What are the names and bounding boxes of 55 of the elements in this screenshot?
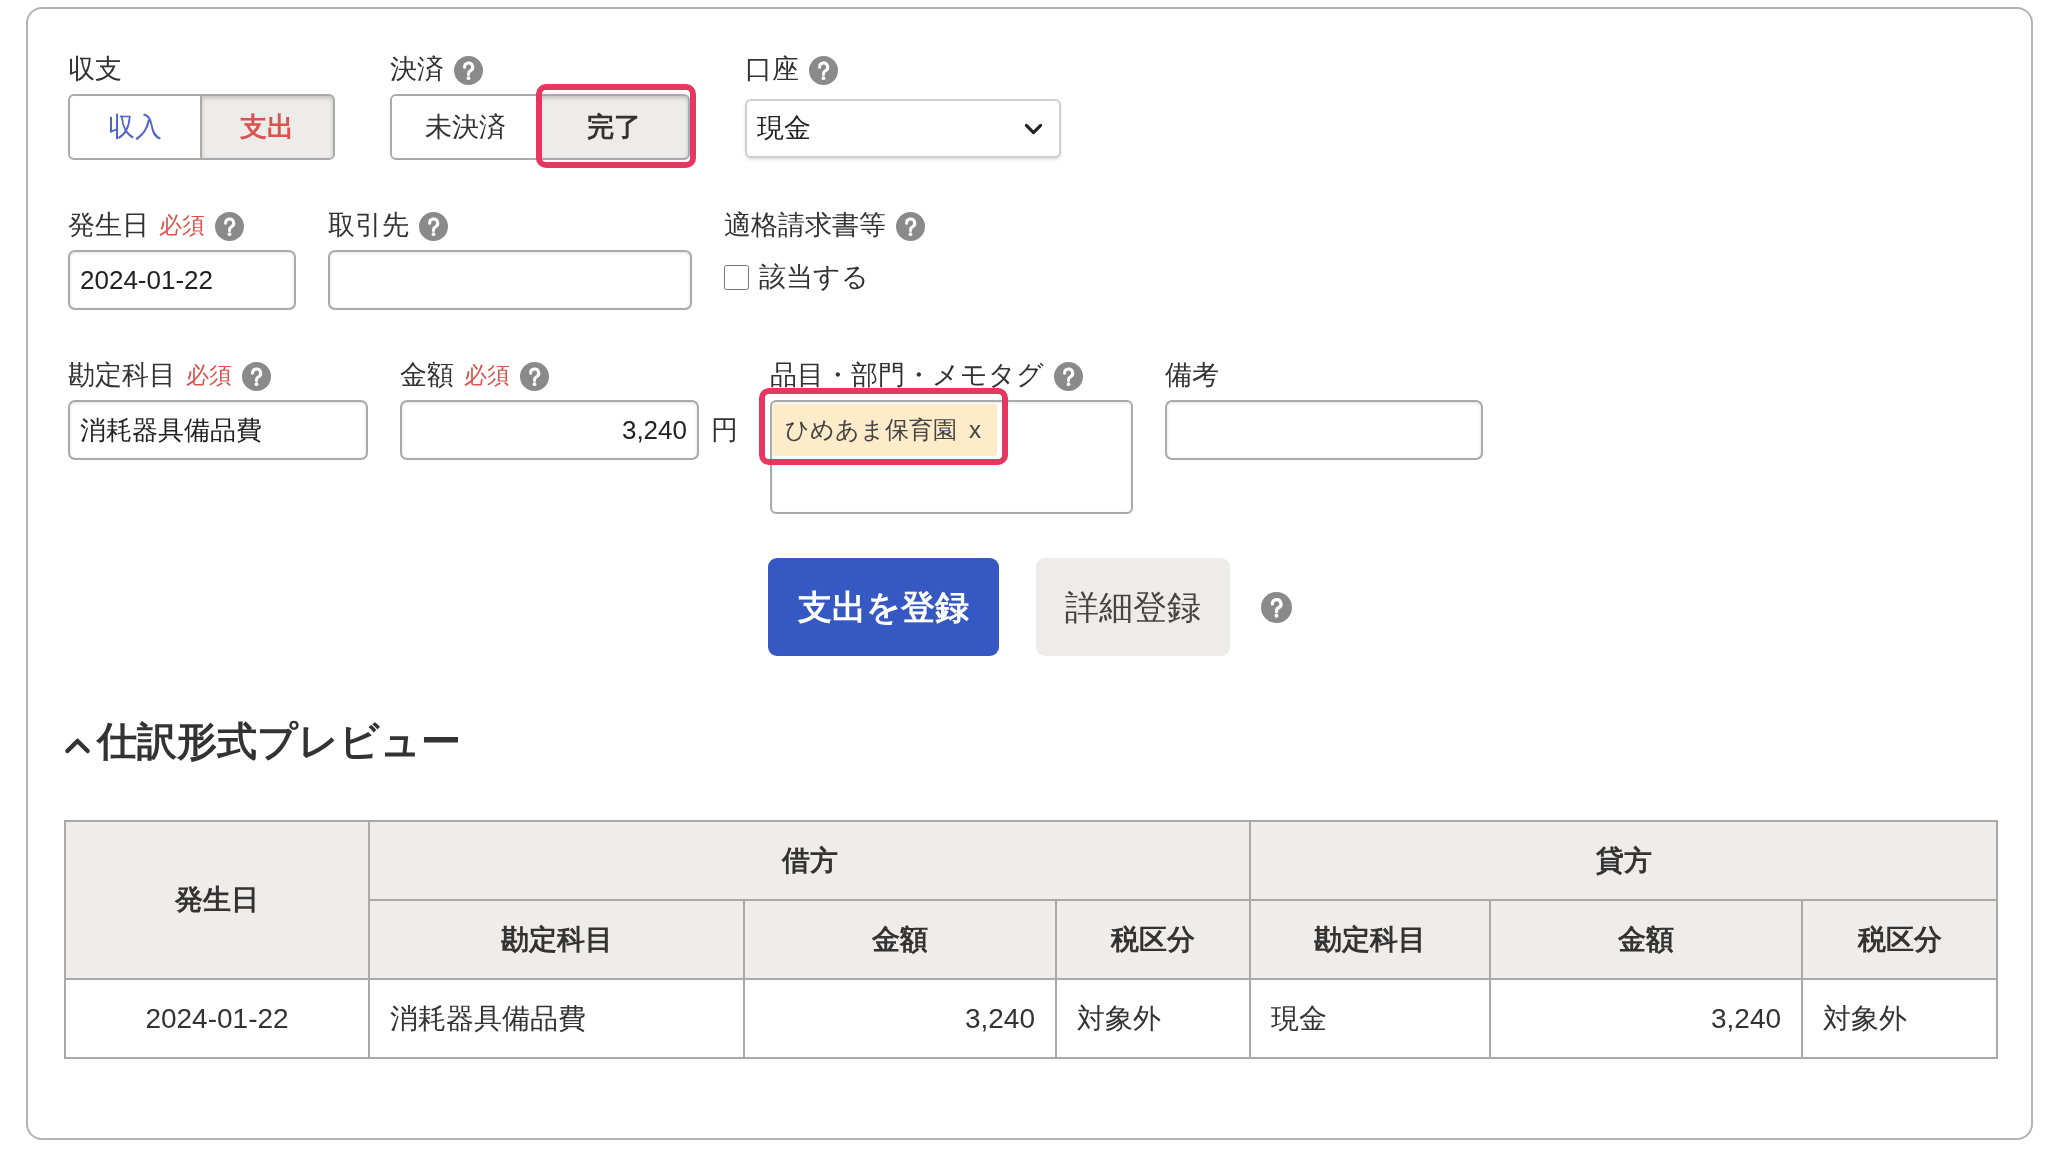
table-cell: 3,240 <box>744 979 1056 1058</box>
table-header: 勘定科目 <box>369 900 744 979</box>
required-mark: 必須 <box>159 211 205 241</box>
field-label: 品目・部門・メモタグ <box>770 359 1044 393</box>
field-label: 発生日 <box>68 209 149 243</box>
field-label: 収支 <box>68 53 122 87</box>
input-field[interactable]: 消耗器具備品費 <box>68 400 368 460</box>
table-cell: 現金 <box>1250 979 1491 1058</box>
field-label: 決済 <box>390 53 444 87</box>
field-label: 勘定科目 <box>68 359 176 393</box>
field-label: 適格請求書等 <box>724 209 886 243</box>
required-mark: 必須 <box>464 361 510 391</box>
table-cell: 対象外 <box>1802 979 1998 1058</box>
checkbox-label[interactable]: 該当する <box>759 256 869 298</box>
help-icon[interactable] <box>419 211 448 241</box>
unit-label: 円 <box>711 413 738 447</box>
help-icon[interactable] <box>896 211 925 241</box>
help-icon[interactable] <box>809 55 838 85</box>
input-field[interactable] <box>1165 400 1483 460</box>
table-cell: 2024-01-22 <box>65 979 369 1058</box>
help-icon[interactable] <box>454 55 483 85</box>
help-icon[interactable] <box>1261 591 1292 623</box>
chevron-up-icon[interactable] <box>64 737 91 755</box>
table-header: 金額 <box>1490 900 1803 979</box>
table-header: 税区分 <box>1056 900 1251 979</box>
input-field[interactable]: 2024-01-22 <box>68 250 296 310</box>
tag-label: ひめあま保育園 <box>785 415 957 445</box>
help-icon[interactable] <box>242 361 271 391</box>
amount-field[interactable]: 3,240 <box>400 400 699 460</box>
section-heading: 仕訳形式プレビュー <box>97 718 461 765</box>
remove-tag-button[interactable]: x <box>969 412 981 448</box>
table-cell: 対象外 <box>1056 979 1251 1058</box>
details-button[interactable]: 詳細登録 <box>1036 558 1230 656</box>
chevron-down-icon <box>1024 122 1043 135</box>
help-icon[interactable] <box>520 361 549 391</box>
table-header: 税区分 <box>1802 900 1998 979</box>
help-icon[interactable] <box>215 211 244 241</box>
checkbox[interactable] <box>724 264 749 290</box>
table-header: 貸方 <box>1250 821 1998 900</box>
input-field[interactable] <box>328 250 692 310</box>
help-icon[interactable] <box>1054 361 1083 391</box>
segment-button[interactable]: 収入 <box>68 94 202 160</box>
field-label: 備考 <box>1165 359 1219 393</box>
submit-button[interactable]: 支出を登録 <box>768 558 999 656</box>
table-cell: 消耗器具備品費 <box>369 979 744 1058</box>
table-cell: 3,240 <box>1490 979 1803 1058</box>
select-field[interactable]: 現金 <box>745 99 1061 158</box>
table-header: 勘定科目 <box>1250 900 1491 979</box>
field-label: 口座 <box>745 53 799 87</box>
table-header: 金額 <box>744 900 1056 979</box>
field-label: 金額 <box>400 359 454 393</box>
field-label: 取引先 <box>328 209 409 243</box>
table-header: 発生日 <box>65 821 369 979</box>
table-header: 借方 <box>369 821 1251 900</box>
required-mark: 必須 <box>186 361 232 391</box>
